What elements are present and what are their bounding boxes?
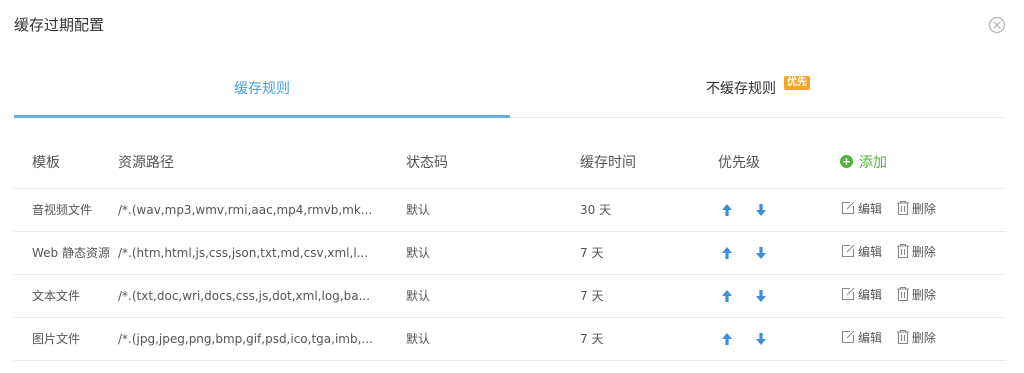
cell-actions: 编辑 删除 [840, 188, 1006, 232]
cell-time: 7 天 [580, 317, 718, 361]
cell-template: 文本文件 [14, 274, 118, 318]
tab-cache-rules[interactable]: 缓存规则 [14, 62, 510, 118]
tab-no-cache-rules[interactable]: 不缓存规则 优先 [510, 62, 1006, 114]
arrow-down-icon[interactable] [754, 246, 768, 260]
header-priority: 优先级 [718, 136, 840, 189]
priority-badge: 优先 [784, 76, 810, 90]
cell-template: 图片文件 [14, 317, 118, 361]
cell-actions: 编辑 删除 [840, 231, 1006, 275]
arrow-up-icon[interactable] [720, 203, 734, 217]
cell-time: 7 天 [580, 231, 718, 275]
dialog-title: 缓存过期配置 [14, 16, 105, 34]
cell-path: /*.(txt,doc,wri,docs,css,js,dot,xml,log,… [118, 274, 406, 318]
cell-actions: 编辑 删除 [840, 317, 1006, 361]
header-template: 模板 [14, 136, 118, 189]
trash-icon [896, 201, 909, 216]
table-row: Web 静态资源 /*.(htm,html,js,css,json,txt,md… [14, 231, 1006, 275]
cell-path: /*.(wav,mp3,wmv,rmi,aac,mp4,rmvb,mk... [118, 188, 406, 232]
tab-label: 不缓存规则 [706, 81, 776, 97]
cell-template: 音视频文件 [14, 188, 118, 232]
trash-icon [896, 287, 909, 302]
header-path: 资源路径 [118, 136, 406, 189]
edit-label: 编辑 [858, 330, 883, 345]
edit-icon [841, 201, 855, 215]
close-icon[interactable] [988, 16, 1006, 34]
header-status: 状态码 [406, 136, 580, 189]
delete-label: 删除 [911, 287, 936, 302]
trash-icon [896, 330, 909, 345]
edit-icon [841, 330, 855, 344]
edit-button[interactable]: 编辑 [840, 200, 882, 217]
edit-label: 编辑 [858, 201, 883, 216]
arrow-down-icon[interactable] [754, 289, 768, 303]
delete-label: 删除 [911, 244, 936, 259]
edit-button[interactable]: 编辑 [840, 243, 882, 260]
cell-path: /*.(jpg,jpeg,png,bmp,gif,psd,ico,tga,imb… [118, 317, 406, 361]
delete-label: 删除 [911, 330, 936, 345]
edit-icon [841, 244, 855, 258]
arrow-up-icon[interactable] [720, 332, 734, 346]
arrow-down-icon[interactable] [754, 203, 768, 217]
trash-icon [896, 244, 909, 259]
add-label: 添加 [859, 154, 887, 171]
delete-button[interactable]: 删除 [896, 286, 936, 303]
cell-status: 默认 [406, 188, 580, 232]
edit-label: 编辑 [858, 287, 883, 302]
edit-icon [841, 287, 855, 301]
cell-priority [718, 188, 840, 232]
cell-path: /*.(htm,html,js,css,json,txt,md,csv,xml,… [118, 231, 406, 275]
cell-priority [718, 317, 840, 361]
header-add-cell: + 添加 [840, 136, 1006, 189]
delete-button[interactable]: 删除 [896, 243, 936, 260]
arrow-down-icon[interactable] [754, 332, 768, 346]
edit-button[interactable]: 编辑 [840, 329, 882, 346]
cell-status: 默认 [406, 274, 580, 318]
header-time: 缓存时间 [580, 136, 718, 189]
table-row: 图片文件 /*.(jpg,jpeg,png,bmp,gif,psd,ico,tg… [14, 317, 1006, 361]
delete-button[interactable]: 删除 [896, 200, 936, 217]
edit-button[interactable]: 编辑 [840, 286, 882, 303]
tab-label: 缓存规则 [234, 81, 290, 97]
cell-status: 默认 [406, 231, 580, 275]
cell-status: 默认 [406, 317, 580, 361]
cell-template: Web 静态资源 [14, 231, 118, 275]
delete-label: 删除 [911, 201, 936, 216]
arrow-up-icon[interactable] [720, 246, 734, 260]
cell-time: 30 天 [580, 188, 718, 232]
delete-button[interactable]: 删除 [896, 329, 936, 346]
table-row: 文本文件 /*.(txt,doc,wri,docs,css,js,dot,xml… [14, 274, 1006, 318]
table-row: 音视频文件 /*.(wav,mp3,wmv,rmi,aac,mp4,rmvb,m… [14, 188, 1006, 232]
cache-rules-table: 模板 资源路径 状态码 缓存时间 优先级 + 添加 音视频文件 /*.(wav,… [14, 136, 1006, 361]
cell-priority [718, 231, 840, 275]
table-header-row: 模板 资源路径 状态码 缓存时间 优先级 + 添加 [14, 136, 1006, 189]
arrow-up-icon[interactable] [720, 289, 734, 303]
cell-actions: 编辑 删除 [840, 274, 1006, 318]
cell-priority [718, 274, 840, 318]
add-button[interactable]: + 添加 [840, 152, 887, 172]
cell-time: 7 天 [580, 274, 718, 318]
edit-label: 编辑 [858, 244, 883, 259]
plus-icon: + [840, 155, 853, 169]
tab-bar: 缓存规则 不缓存规则 优先 [14, 62, 1006, 118]
